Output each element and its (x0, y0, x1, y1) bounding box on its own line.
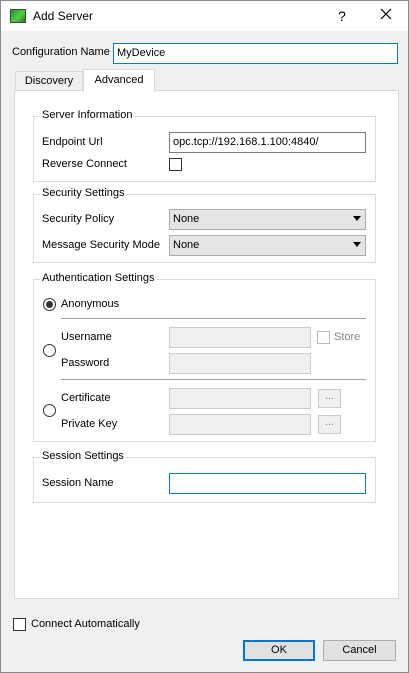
close-icon (380, 8, 392, 20)
private-key-browse-button[interactable]: ... (318, 415, 341, 434)
add-server-dialog: Add Server ? Configuration Name MyDevice… (0, 0, 409, 673)
message-security-mode-label: Message Security Mode (42, 239, 160, 251)
help-button[interactable]: ? (331, 6, 353, 26)
chevron-down-icon (353, 242, 361, 247)
message-security-mode-value: None (173, 239, 200, 251)
username-label: Username (61, 331, 112, 343)
security-policy-select[interactable]: None (169, 209, 366, 230)
tab-discovery[interactable]: Discovery (15, 71, 83, 91)
certificate-radio[interactable] (43, 404, 56, 417)
certificate-input[interactable] (169, 388, 311, 409)
store-label: Store (334, 331, 361, 343)
store-checkbox[interactable] (317, 331, 330, 344)
app-icon (10, 9, 26, 23)
anonymous-label: Anonymous (61, 298, 120, 310)
password-label: Password (61, 357, 110, 369)
reverse-connect-label: Reverse Connect (42, 158, 127, 170)
endpoint-url-input[interactable]: opc.tcp://192.168.1.100:4840/ (169, 132, 366, 153)
security-settings-title: Security Settings (40, 187, 127, 199)
security-policy-label: Security Policy (42, 213, 115, 225)
close-button[interactable] (373, 6, 399, 26)
session-name-label: Session Name (42, 477, 114, 489)
certificate-browse-button[interactable]: ... (318, 389, 341, 408)
authentication-settings-title: Authentication Settings (40, 272, 157, 284)
endpoint-url-label: Endpoint Url (42, 136, 103, 148)
configuration-name-label: Configuration Name (12, 46, 110, 58)
username-input[interactable] (169, 327, 311, 348)
security-policy-value: None (173, 213, 200, 225)
session-settings-title: Session Settings (40, 450, 126, 462)
window-title: Add Server (33, 9, 94, 23)
session-name-input[interactable] (169, 473, 366, 494)
title-bar: Add Server ? (1, 1, 408, 31)
anonymous-radio[interactable] (43, 298, 56, 311)
ok-button[interactable]: OK (243, 640, 315, 661)
private-key-input[interactable] (169, 414, 311, 435)
private-key-label: Private Key (61, 418, 118, 430)
auth-divider (61, 318, 366, 319)
chevron-down-icon (353, 216, 361, 221)
certificate-label: Certificate (61, 392, 111, 404)
cancel-button[interactable]: Cancel (323, 640, 396, 661)
password-input[interactable] (169, 353, 311, 374)
tab-advanced[interactable]: Advanced (83, 69, 155, 92)
message-security-mode-select[interactable]: None (169, 235, 366, 256)
reverse-connect-checkbox[interactable] (169, 158, 182, 171)
configuration-name-input[interactable]: MyDevice (113, 43, 398, 64)
connect-automatically-checkbox[interactable] (13, 618, 26, 631)
username-password-radio[interactable] (43, 344, 56, 357)
connect-automatically-label: Connect Automatically (31, 618, 140, 630)
auth-divider (61, 379, 366, 380)
server-information-title: Server Information (40, 109, 135, 121)
